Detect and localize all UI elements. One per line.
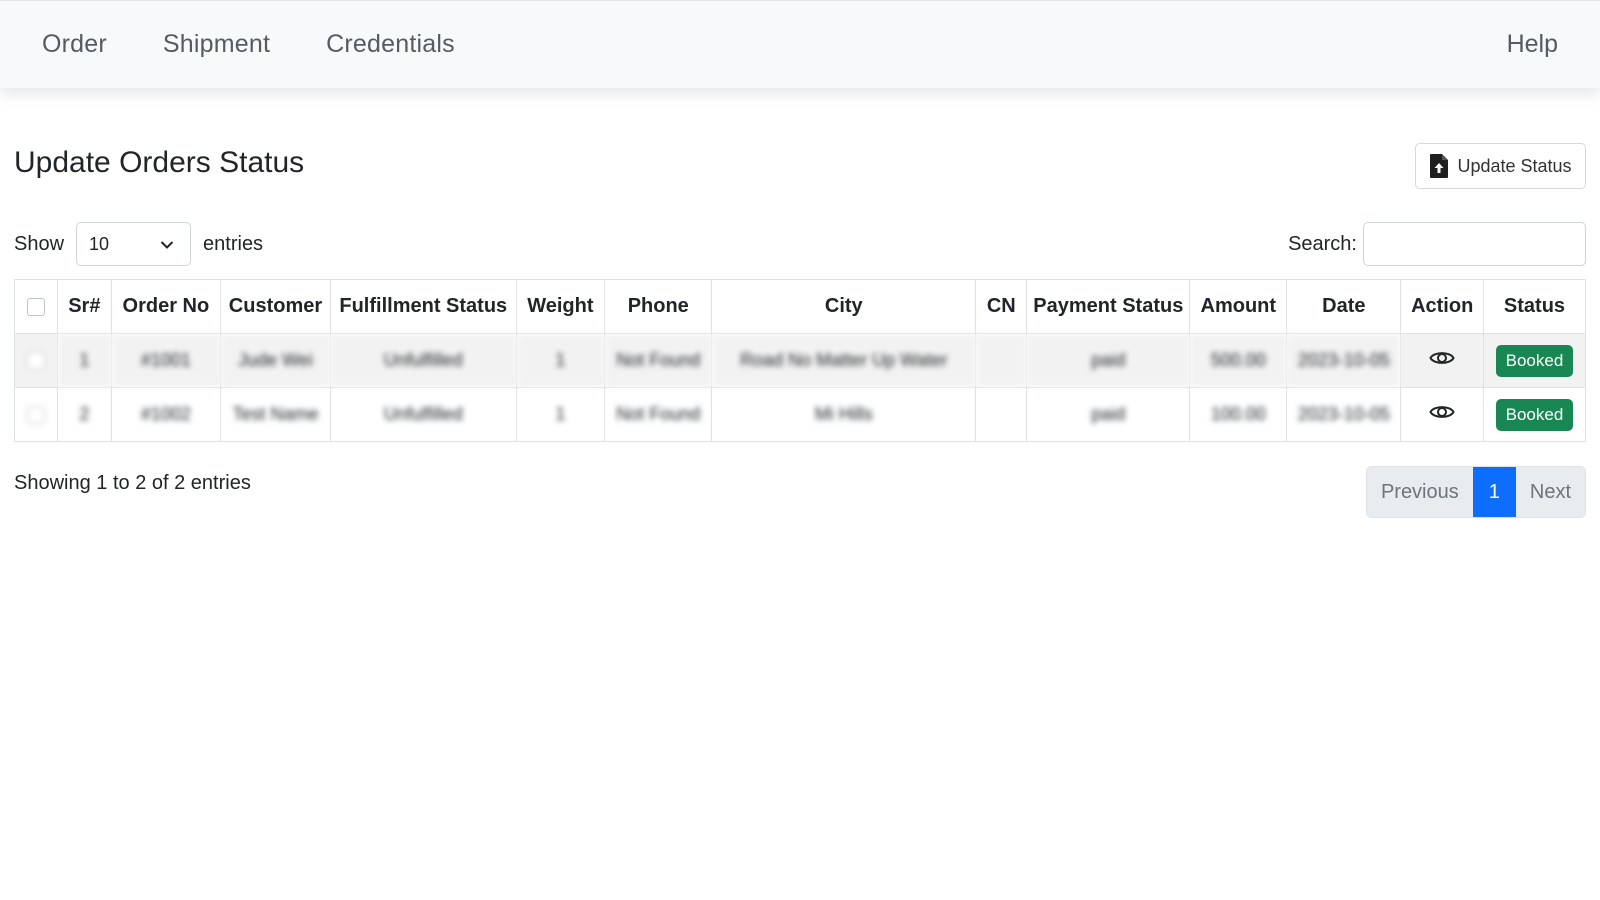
chevron-down-icon	[160, 234, 174, 255]
select-all-cell	[14, 279, 58, 334]
column-header[interactable]: Customer	[219, 279, 332, 334]
column-header[interactable]: Phone	[604, 279, 713, 334]
column-header[interactable]: Weight	[515, 279, 606, 334]
entries-label: entries	[203, 232, 264, 255]
cell-weight: 1	[515, 387, 606, 442]
previous-page-button[interactable]: Previous	[1366, 467, 1473, 517]
cell-order-no: #1002	[110, 387, 221, 442]
cell-sr: 1	[56, 333, 112, 388]
pagination: Previous 1 Next	[1365, 466, 1586, 518]
table-row: 1 #1001 Jude Wei Unfulfilled 1 Not Found…	[14, 333, 1587, 388]
table-row: 2 #1002 Test Name Unfulfilled 1 Not Foun…	[14, 387, 1587, 442]
update-status-label: Update Status	[1457, 155, 1572, 176]
cell-cn	[975, 333, 1028, 388]
cell-action	[1400, 333, 1484, 388]
page-title: Update Orders Status	[14, 146, 305, 179]
nav-help-link[interactable]: Help	[1507, 30, 1558, 59]
cell-status: Booked	[1482, 387, 1587, 442]
column-header: Status	[1482, 279, 1587, 334]
cell-date: 2023-10-05	[1286, 387, 1402, 442]
column-header[interactable]: Sr#	[56, 279, 112, 334]
row-select-cell	[14, 387, 58, 442]
table-header-row: Sr# Order No Customer Fulfillment Status…	[14, 279, 1587, 334]
column-header[interactable]: Amount	[1189, 279, 1288, 334]
table-info: Showing 1 to 2 of 2 entries	[14, 472, 251, 494]
status-badge[interactable]: Booked	[1495, 344, 1574, 377]
cell-city: Road No Matter Up Water	[711, 333, 977, 388]
cell-amount: 500.00	[1189, 333, 1288, 388]
nav-shipment-link[interactable]: Shipment	[163, 30, 270, 59]
cell-payment: paid	[1026, 333, 1191, 388]
cell-order-no: #1001	[110, 333, 221, 388]
cell-city: Mi Hills	[711, 387, 977, 442]
cell-sr: 2	[56, 387, 112, 442]
search-control: Search:	[1288, 222, 1586, 266]
top-navbar: Order Shipment Credentials Help	[0, 0, 1600, 88]
search-label: Search:	[1288, 232, 1357, 255]
cell-phone: Not Found	[604, 387, 713, 442]
cell-customer: Jude Wei	[219, 333, 332, 388]
select-all-checkbox[interactable]	[26, 297, 45, 316]
row-checkbox[interactable]	[26, 406, 45, 425]
column-header: Action	[1400, 279, 1484, 334]
row-select-cell	[14, 333, 58, 388]
next-page-button[interactable]: Next	[1515, 467, 1585, 517]
cell-fulfillment: Unfulfilled	[330, 387, 517, 442]
entries-select[interactable]: 10	[76, 222, 192, 266]
cell-status: Booked	[1482, 333, 1587, 388]
update-status-button[interactable]: Update Status	[1415, 143, 1586, 189]
cell-action	[1400, 387, 1484, 442]
column-header[interactable]: CN	[975, 279, 1028, 334]
search-input[interactable]	[1363, 222, 1586, 266]
column-header[interactable]: City	[711, 279, 977, 334]
nav-credentials-link[interactable]: Credentials	[326, 30, 455, 59]
cell-phone: Not Found	[604, 333, 713, 388]
cell-date: 2023-10-05	[1286, 333, 1402, 388]
cell-fulfillment: Unfulfilled	[330, 333, 517, 388]
cell-amount: 100.00	[1189, 387, 1288, 442]
file-upload-icon	[1429, 153, 1449, 179]
page-1-button[interactable]: 1	[1472, 467, 1516, 517]
cell-customer: Test Name	[219, 387, 332, 442]
cell-cn	[975, 387, 1028, 442]
entries-length-control: Show 10 entries	[14, 222, 263, 266]
column-header[interactable]: Fulfillment Status	[330, 279, 517, 334]
column-header[interactable]: Order No	[110, 279, 221, 334]
cell-weight: 1	[515, 333, 606, 388]
status-badge[interactable]: Booked	[1495, 398, 1574, 431]
column-header[interactable]: Payment Status	[1026, 279, 1191, 334]
show-label: Show	[14, 232, 65, 255]
cell-payment: paid	[1026, 387, 1191, 442]
entries-select-value: 10	[89, 233, 110, 254]
orders-table: Sr# Order No Customer Fulfillment Status…	[14, 279, 1587, 442]
column-header[interactable]: Date	[1286, 279, 1402, 334]
row-checkbox[interactable]	[26, 352, 45, 371]
eye-icon[interactable]	[1429, 402, 1455, 427]
nav-order-link[interactable]: Order	[42, 30, 107, 59]
eye-icon[interactable]	[1429, 348, 1455, 373]
